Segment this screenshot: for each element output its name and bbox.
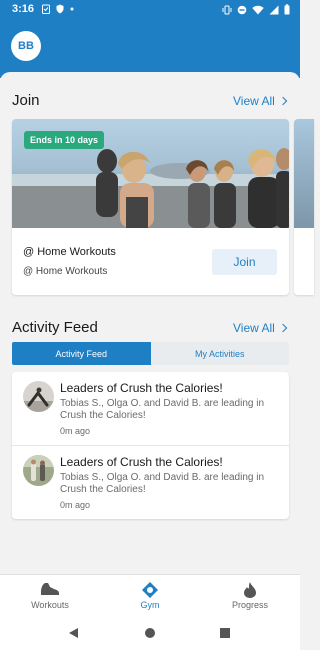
feed-item-avatar [23, 381, 54, 412]
wifi-icon [252, 5, 264, 14]
signal-icon [269, 5, 279, 14]
battery-icon [284, 4, 290, 15]
vibrate-icon [222, 5, 232, 14]
challenge-subtitle: @ Home Workouts [23, 266, 108, 277]
system-navigation-bar [0, 618, 300, 650]
nav-item-progress[interactable]: Progress [200, 575, 300, 618]
join-button[interactable]: Join [212, 249, 277, 275]
user-avatar[interactable]: BB [11, 31, 41, 61]
feed-item-title: Leaders of Crush the Calories! [60, 381, 223, 395]
challenge-title: @ Home Workouts [23, 246, 116, 258]
app-header: 3:16 BB [0, 0, 300, 78]
nav-item-workouts[interactable]: Workouts [0, 575, 100, 618]
activity-tabs: Activity Feed My Activities [12, 342, 289, 365]
challenge-card[interactable]: Ends in 10 days @ Home Workouts @ Home W… [12, 119, 289, 295]
next-challenge-card-peek[interactable] [294, 119, 314, 295]
home-icon[interactable] [144, 627, 156, 639]
yoga-pose-image [23, 381, 54, 412]
ends-in-badge: Ends in 10 days [24, 131, 105, 149]
nav-label: Workouts [31, 600, 69, 610]
chevron-right-icon [278, 323, 288, 333]
clipboard-icon [42, 4, 50, 14]
feed-item-title: Leaders of Crush the Calories! [60, 455, 223, 469]
feed-item-description: Tobias S., Olga O. and David B. are lead… [60, 398, 265, 421]
status-bar: 3:16 [0, 0, 300, 20]
runners-image [23, 455, 54, 486]
shield-icon [56, 4, 64, 14]
bottom-navigation: Workouts Gym Progress [0, 574, 300, 618]
feed-item[interactable]: Leaders of Crush the Calories! Tobias S.… [12, 372, 289, 445]
activity-section-title: Activity Feed [12, 319, 98, 336]
gym-location-icon [142, 582, 158, 598]
feed-item-time: 0m ago [60, 426, 91, 436]
chevron-right-icon [278, 96, 288, 106]
back-icon[interactable] [68, 627, 80, 639]
tab-my-activities[interactable]: My Activities [150, 342, 289, 365]
status-notification-icons [42, 4, 74, 14]
view-all-label: View All [233, 94, 275, 108]
activity-feed-list: Leaders of Crush the Calories! Tobias S.… [12, 372, 289, 519]
dnd-icon [237, 5, 247, 14]
feed-item-time: 0m ago [60, 500, 91, 510]
nav-label: Progress [231, 600, 268, 610]
nav-label: Gym [140, 600, 160, 610]
feed-item-description: Tobias S., Olga O. and David B. are lead… [60, 472, 265, 495]
recents-icon[interactable] [219, 627, 231, 639]
tab-activity-feed[interactable]: Activity Feed [12, 342, 151, 365]
activity-view-all-link[interactable]: View All [233, 321, 288, 335]
status-time: 3:16 [12, 3, 35, 15]
view-all-label: View All [233, 321, 275, 335]
dot-icon [70, 7, 74, 11]
status-system-icons [222, 4, 290, 15]
sneaker-icon [41, 583, 59, 595]
feed-item-avatar [23, 455, 54, 486]
join-view-all-link[interactable]: View All [233, 94, 288, 108]
challenge-image: Ends in 10 days [12, 119, 289, 228]
nav-item-gym[interactable]: Gym [100, 575, 200, 618]
flame-icon [244, 582, 256, 598]
join-section-title: Join [12, 92, 40, 109]
feed-item[interactable]: Leaders of Crush the Calories! Tobias S.… [12, 445, 289, 518]
next-challenge-image [294, 119, 314, 228]
